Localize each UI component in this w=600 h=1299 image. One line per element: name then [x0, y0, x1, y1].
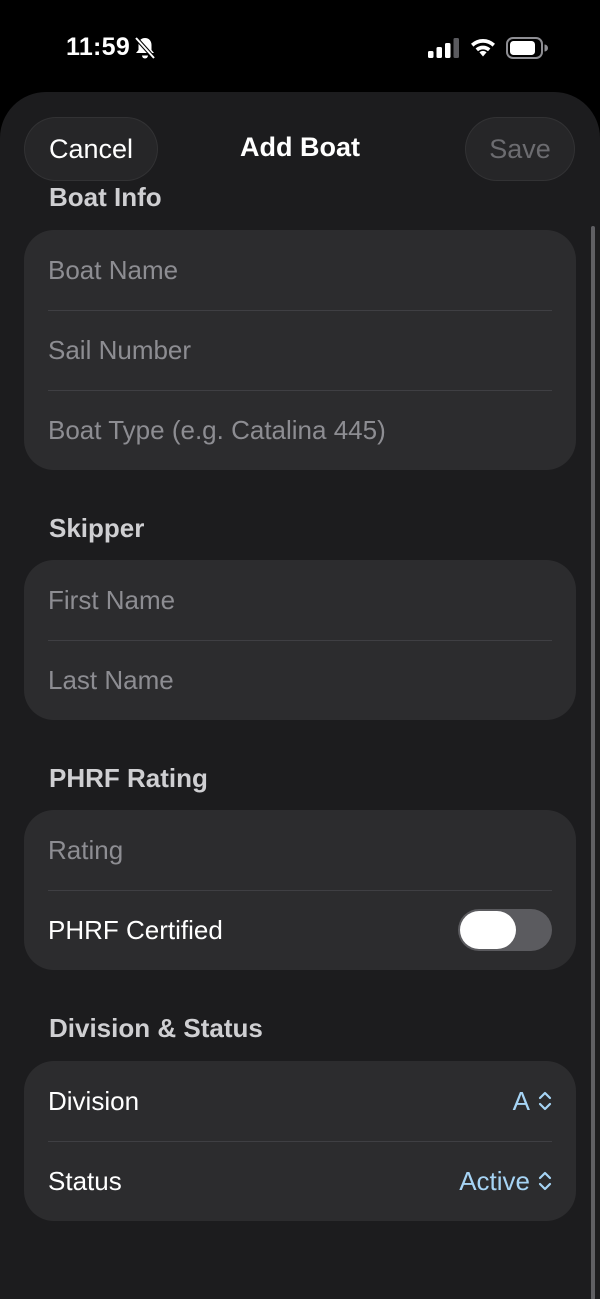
cellular-signal-icon	[428, 38, 459, 58]
phrf-group: Rating PHRF Certified	[24, 810, 576, 970]
last-name-placeholder: Last Name	[48, 664, 174, 695]
boat-info-group: Boat Name Sail Number Boat Type (e.g. Ca…	[24, 230, 576, 470]
rating-field[interactable]: Rating	[24, 810, 576, 890]
add-boat-sheet: Cancel Add Boat Save Boat Info Boat Name…	[0, 92, 600, 1299]
chevron-up-down-icon	[538, 1171, 552, 1191]
division-picker-row[interactable]: Division A	[24, 1061, 576, 1141]
boat-type-field[interactable]: Boat Type (e.g. Catalina 445)	[24, 390, 576, 470]
boat-type-placeholder: Boat Type (e.g. Catalina 445)	[48, 414, 386, 445]
phrf-certified-label: PHRF Certified	[48, 914, 223, 945]
section-header-boat-info: Boat Info	[49, 182, 162, 212]
status-time: 11:59	[66, 33, 131, 61]
skipper-group: First Name Last Name	[24, 560, 576, 720]
chevron-up-down-icon	[538, 1091, 552, 1111]
first-name-field[interactable]: First Name	[24, 560, 576, 640]
division-value: A	[512, 1085, 530, 1116]
status-picker-row[interactable]: Status Active	[24, 1141, 576, 1221]
phrf-certified-toggle[interactable]	[458, 909, 552, 951]
boat-name-placeholder: Boat Name	[48, 254, 179, 285]
scrollbar[interactable]	[591, 226, 595, 1299]
phrf-certified-row: PHRF Certified	[24, 890, 576, 970]
sail-number-field[interactable]: Sail Number	[24, 310, 576, 390]
toggle-knob	[460, 911, 516, 949]
division-status-group: Division A Status Active	[24, 1061, 576, 1221]
bell-slash-icon	[134, 36, 156, 60]
sail-number-placeholder: Sail Number	[48, 334, 192, 365]
status-value: Active	[459, 1165, 530, 1196]
section-header-phrf: PHRF Rating	[49, 763, 208, 793]
boat-name-field[interactable]: Boat Name	[24, 230, 576, 310]
division-picker[interactable]: A	[513, 1086, 552, 1117]
save-button[interactable]: Save	[465, 117, 575, 181]
status-bar: 11:59	[0, 0, 600, 92]
section-header-skipper: Skipper	[49, 513, 145, 543]
last-name-field[interactable]: Last Name	[24, 640, 576, 720]
rating-placeholder: Rating	[48, 834, 124, 865]
division-label: Division	[48, 1085, 140, 1116]
status-label: Status	[48, 1165, 122, 1196]
section-header-division-status: Division & Status	[49, 1013, 263, 1043]
status-picker[interactable]: Active	[459, 1166, 552, 1197]
wifi-icon	[471, 39, 495, 57]
battery-icon	[506, 37, 548, 59]
first-name-placeholder: First Name	[48, 584, 176, 615]
